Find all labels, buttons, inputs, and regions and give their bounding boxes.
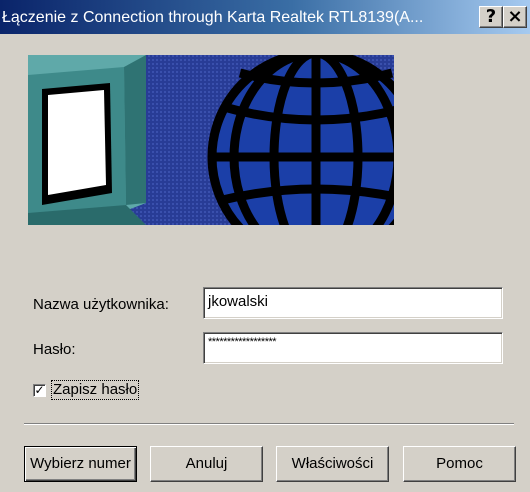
title-bar[interactable]: Łączenie z Connection through Karta Real… — [0, 0, 530, 34]
banner-art — [28, 55, 394, 225]
save-password-checkbox[interactable]: ✓ — [33, 384, 46, 397]
help-icon[interactable]: ? — [479, 6, 503, 28]
monitor-icon — [28, 55, 146, 225]
username-label: Nazwa użytkownika: — [33, 296, 169, 313]
help-button[interactable]: Pomoc — [403, 446, 516, 482]
cancel-button[interactable]: Anuluj — [150, 446, 263, 482]
username-input[interactable]: jkowalski — [203, 287, 503, 319]
window-title: Łączenie z Connection through Karta Real… — [2, 9, 424, 26]
close-icon[interactable]: × — [503, 6, 527, 28]
dial-button[interactable]: Wybierz numer — [24, 446, 137, 482]
password-label: Hasło: — [33, 341, 76, 358]
properties-button[interactable]: Właściwości — [276, 446, 389, 482]
dial-up-connect-dialog: Łączenie z Connection through Karta Real… — [0, 0, 530, 492]
save-password-label[interactable]: Zapisz hasło — [50, 380, 140, 400]
network-banner-image — [28, 55, 394, 225]
password-input[interactable]: ****************** — [203, 332, 503, 364]
separator — [24, 423, 514, 425]
